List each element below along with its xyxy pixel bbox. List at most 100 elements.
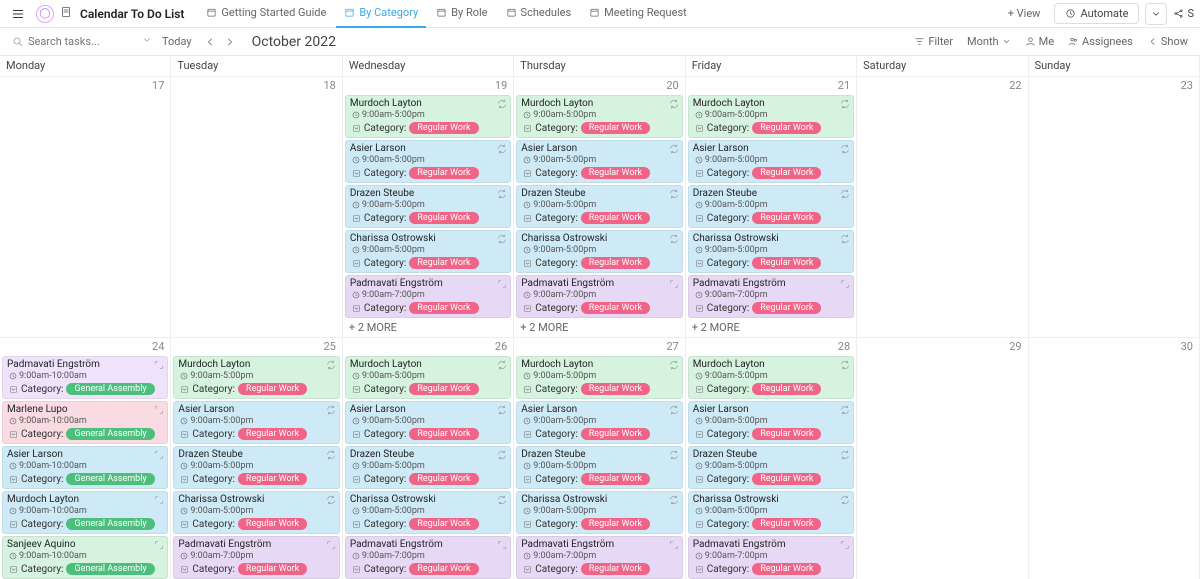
assignees-button[interactable]: Assignees: [1068, 35, 1133, 48]
dropdown-icon[interactable]: [352, 124, 361, 133]
calendar-event[interactable]: Padmavati Engström9:00am-10:00amCategory…: [2, 356, 168, 399]
dropdown-icon[interactable]: [523, 304, 532, 313]
dropdown-icon[interactable]: [9, 430, 18, 439]
calendar-cell[interactable]: 19Murdoch Layton9:00am-5:00pmCategory: R…: [343, 76, 514, 337]
calendar-event[interactable]: Asier Larson9:00am-5:00pmCategory: Regul…: [516, 140, 682, 183]
dropdown-icon[interactable]: [523, 385, 532, 394]
chevron-down-icon[interactable]: [142, 35, 152, 48]
dropdown-icon[interactable]: [352, 565, 361, 574]
calendar-event[interactable]: Murdoch Layton9:00am-5:00pmCategory: Reg…: [516, 95, 682, 138]
dropdown-icon[interactable]: [523, 520, 532, 529]
calendar-event[interactable]: Asier Larson9:00am-5:00pmCategory: Regul…: [688, 140, 854, 183]
tab-getting-started-guide[interactable]: Getting Started Guide: [198, 0, 334, 28]
calendar-cell[interactable]: 29: [857, 337, 1028, 579]
dropdown-icon[interactable]: [9, 475, 18, 484]
dropdown-icon[interactable]: [523, 124, 532, 133]
calendar-event[interactable]: Sanjeev Aquino9:00am-10:00amCategory: Ge…: [2, 536, 168, 579]
calendar-cell[interactable]: 20Murdoch Layton9:00am-5:00pmCategory: R…: [514, 76, 685, 337]
calendar-cell[interactable]: 18: [171, 76, 342, 337]
calendar-event[interactable]: Murdoch Layton9:00am-5:00pmCategory: Reg…: [345, 356, 511, 399]
dropdown-icon[interactable]: [523, 430, 532, 439]
dropdown-icon[interactable]: [352, 475, 361, 484]
automate-dropdown[interactable]: [1145, 3, 1167, 25]
calendar-event[interactable]: Charissa Ostrowski9:00am-5:00pmCategory:…: [688, 230, 854, 273]
calendar-cell[interactable]: 26Murdoch Layton9:00am-5:00pmCategory: R…: [343, 337, 514, 579]
dropdown-icon[interactable]: [352, 214, 361, 223]
share-button[interactable]: S: [1173, 7, 1194, 20]
calendar-event[interactable]: Padmavati Engström9:00am-7:00pmCategory:…: [516, 536, 682, 579]
dropdown-icon[interactable]: [180, 475, 189, 484]
calendar-event[interactable]: Murdoch Layton9:00am-5:00pmCategory: Reg…: [516, 356, 682, 399]
calendar-event[interactable]: Padmavati Engström9:00am-7:00pmCategory:…: [345, 275, 511, 318]
tab-by-role[interactable]: By Role: [428, 0, 495, 28]
dropdown-icon[interactable]: [695, 259, 704, 268]
dropdown-icon[interactable]: [523, 214, 532, 223]
dropdown-icon[interactable]: [352, 520, 361, 529]
calendar-event[interactable]: Drazen Steube9:00am-5:00pmCategory: Regu…: [516, 185, 682, 228]
calendar-event[interactable]: Marlene Lupo9:00am-10:00amCategory: Gene…: [2, 401, 168, 444]
calendar-event[interactable]: Charissa Ostrowski9:00am-5:00pmCategory:…: [688, 491, 854, 534]
next-icon[interactable]: [222, 34, 238, 50]
calendar-event[interactable]: Drazen Steube9:00am-5:00pmCategory: Regu…: [688, 185, 854, 228]
dropdown-icon[interactable]: [352, 385, 361, 394]
calendar-cell[interactable]: 22: [857, 76, 1028, 337]
calendar-event[interactable]: Padmavati Engström9:00am-7:00pmCategory:…: [516, 275, 682, 318]
dropdown-icon[interactable]: [523, 169, 532, 178]
dropdown-icon[interactable]: [523, 565, 532, 574]
filter-button[interactable]: Filter: [914, 35, 953, 48]
calendar-event[interactable]: Murdoch Layton9:00am-5:00pmCategory: Reg…: [688, 95, 854, 138]
calendar-event[interactable]: Murdoch Layton9:00am-5:00pmCategory: Reg…: [345, 95, 511, 138]
dropdown-icon[interactable]: [695, 475, 704, 484]
calendar-event[interactable]: Asier Larson9:00am-5:00pmCategory: Regul…: [688, 401, 854, 444]
more-events[interactable]: + 2 MORE: [514, 318, 684, 337]
dropdown-icon[interactable]: [352, 304, 361, 313]
calendar-event[interactable]: Drazen Steube9:00am-5:00pmCategory: Regu…: [173, 446, 339, 489]
menu-icon[interactable]: [6, 2, 30, 26]
dropdown-icon[interactable]: [9, 520, 18, 529]
more-events[interactable]: + 2 MORE: [343, 318, 513, 337]
tab-meeting-request[interactable]: Meeting Request: [581, 0, 695, 28]
calendar-event[interactable]: Drazen Steube9:00am-5:00pmCategory: Regu…: [688, 446, 854, 489]
range-selector[interactable]: Month: [967, 35, 1011, 48]
calendar-event[interactable]: Padmavati Engström9:00am-7:00pmCategory:…: [173, 536, 339, 579]
me-button[interactable]: Me: [1025, 35, 1054, 48]
dropdown-icon[interactable]: [352, 169, 361, 178]
dropdown-icon[interactable]: [352, 430, 361, 439]
automate-button[interactable]: Automate: [1054, 3, 1139, 24]
calendar-event[interactable]: Charissa Ostrowski9:00am-5:00pmCategory:…: [516, 491, 682, 534]
today-button[interactable]: Today: [162, 35, 192, 48]
calendar-event[interactable]: Charissa Ostrowski9:00am-5:00pmCategory:…: [345, 491, 511, 534]
dropdown-icon[interactable]: [695, 430, 704, 439]
dropdown-icon[interactable]: [695, 304, 704, 313]
dropdown-icon[interactable]: [695, 565, 704, 574]
calendar-cell[interactable]: 30: [1029, 337, 1200, 579]
dropdown-icon[interactable]: [180, 520, 189, 529]
calendar-event[interactable]: Padmavati Engström9:00am-7:00pmCategory:…: [345, 536, 511, 579]
tab-schedules[interactable]: Schedules: [498, 0, 580, 28]
calendar-cell[interactable]: 25Murdoch Layton9:00am-5:00pmCategory: R…: [171, 337, 342, 579]
calendar-cell[interactable]: 23: [1029, 76, 1200, 337]
calendar-event[interactable]: Murdoch Layton9:00am-5:00pmCategory: Reg…: [688, 356, 854, 399]
prev-icon[interactable]: [202, 34, 218, 50]
dropdown-icon[interactable]: [523, 259, 532, 268]
calendar-event[interactable]: Murdoch Layton9:00am-5:00pmCategory: Reg…: [173, 356, 339, 399]
calendar-cell[interactable]: 27Murdoch Layton9:00am-5:00pmCategory: R…: [514, 337, 685, 579]
calendar-event[interactable]: Charissa Ostrowski9:00am-5:00pmCategory:…: [516, 230, 682, 273]
calendar-event[interactable]: Asier Larson9:00am-10:00amCategory: Gene…: [2, 446, 168, 489]
calendar-event[interactable]: Asier Larson9:00am-5:00pmCategory: Regul…: [173, 401, 339, 444]
dropdown-icon[interactable]: [523, 475, 532, 484]
calendar-event[interactable]: Drazen Steube9:00am-5:00pmCategory: Regu…: [516, 446, 682, 489]
dropdown-icon[interactable]: [695, 214, 704, 223]
dropdown-icon[interactable]: [695, 169, 704, 178]
calendar-event[interactable]: Drazen Steube9:00am-5:00pmCategory: Regu…: [345, 446, 511, 489]
calendar-event[interactable]: Charissa Ostrowski9:00am-5:00pmCategory:…: [173, 491, 339, 534]
calendar-event[interactable]: Murdoch Layton9:00am-10:00amCategory: Ge…: [2, 491, 168, 534]
dropdown-icon[interactable]: [9, 565, 18, 574]
search-input[interactable]: [28, 35, 118, 48]
calendar-event[interactable]: Asier Larson9:00am-5:00pmCategory: Regul…: [516, 401, 682, 444]
calendar-event[interactable]: Asier Larson9:00am-5:00pmCategory: Regul…: [345, 401, 511, 444]
add-view-button[interactable]: + View: [1000, 3, 1049, 24]
show-button[interactable]: Show: [1147, 35, 1188, 48]
calendar-event[interactable]: Drazen Steube9:00am-5:00pmCategory: Regu…: [345, 185, 511, 228]
calendar-event[interactable]: Padmavati Engström9:00am-7:00pmCategory:…: [688, 536, 854, 579]
